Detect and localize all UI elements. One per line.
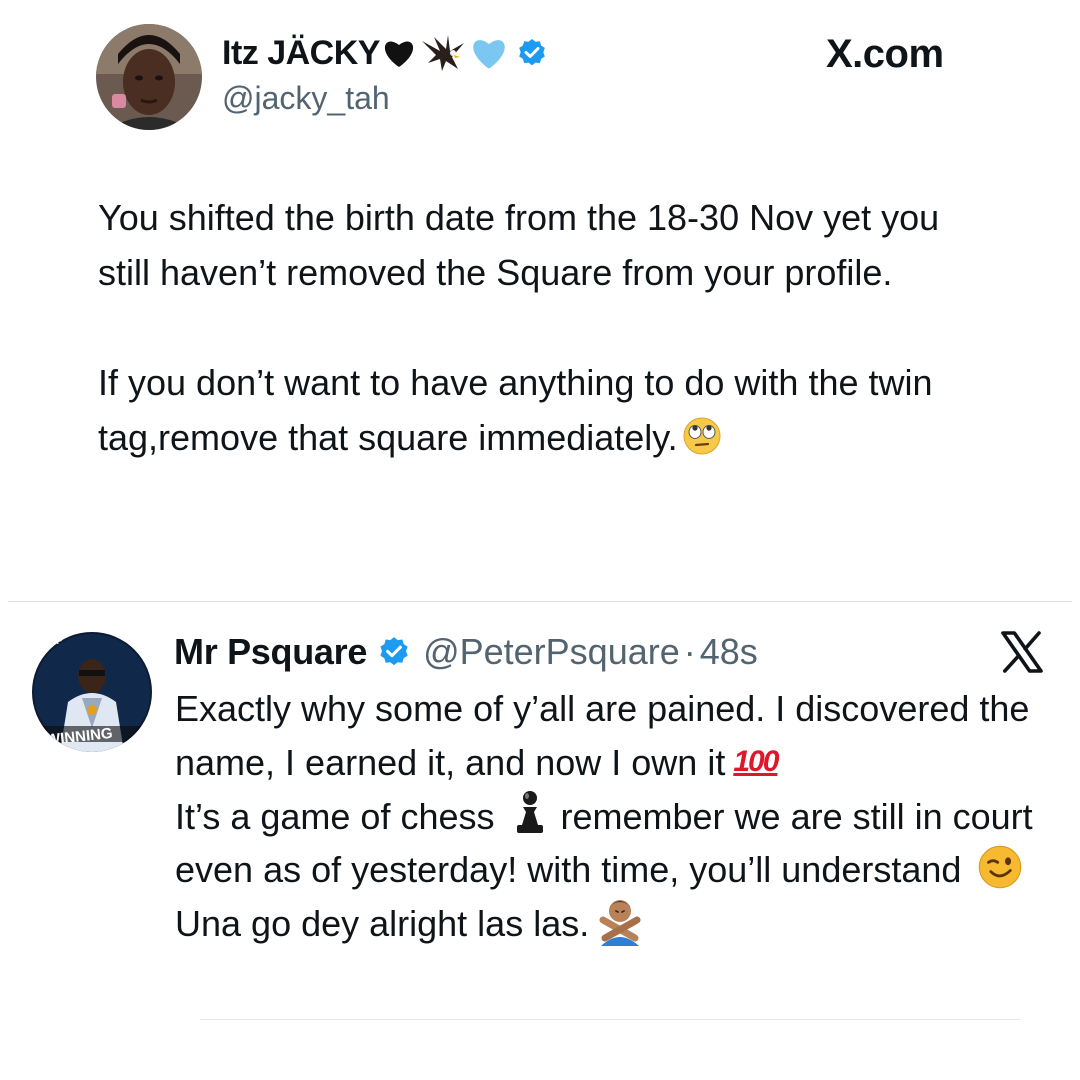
x-logo-icon <box>998 628 1046 676</box>
person-gesturing-no-icon <box>597 896 643 946</box>
jacky-handle[interactable]: @jacky_tah <box>222 80 390 117</box>
psquare-display-name[interactable]: Mr Psquare <box>174 631 367 673</box>
hundred-points-icon: 100 <box>733 745 779 778</box>
psquare-tweet-body: Exactly why some of y’all are pained. I … <box>175 682 1055 950</box>
eagle-icon <box>420 33 466 73</box>
face-with-rolling-eyes-icon <box>682 416 722 456</box>
screenshot-page: Itz JÄCKY @jacky_tah X.com You shifted t… <box>0 0 1080 1080</box>
tweet-paragraph-2: If you don’t want to have anything to do… <box>98 355 998 465</box>
psquare-header: Mr Psquare @PeterPsquare · 48s <box>174 628 758 676</box>
separator-dot: · <box>683 631 696 672</box>
tweet-paragraph-2-text: If you don’t want to have anything to do… <box>98 362 933 458</box>
x-brand-label: X.com <box>826 32 944 77</box>
tweet-line-2: It’s a game of chess remember we are sti… <box>175 789 1055 950</box>
bottom-divider <box>200 1019 1020 1020</box>
tweet-line-2c: Una go dey alright las las. <box>175 903 590 944</box>
jacky-tweet-body: You shifted the birth date from the 18-3… <box>98 190 998 465</box>
tweet-line-1: Exactly why some of y’all are pained. I … <box>175 682 1055 789</box>
tweet-timestamp[interactable]: 48s <box>700 631 758 673</box>
tweet-line-1-text: Exactly why some of y’all are pained. I … <box>175 688 1030 783</box>
psquare-handle[interactable]: @PeterPsquare <box>423 631 680 673</box>
tweet-paragraph-1: You shifted the birth date from the 18-3… <box>98 197 940 293</box>
chess-pawn-icon <box>513 789 547 835</box>
verified-badge-icon <box>377 635 411 669</box>
black-heart-icon <box>382 37 416 69</box>
tweet-divider <box>8 601 1072 602</box>
avatar-text-top: MR P <box>40 636 63 646</box>
jacky-avatar[interactable] <box>96 24 202 130</box>
verified-badge-icon <box>516 37 548 69</box>
winking-face-icon <box>977 844 1023 890</box>
psquare-avatar[interactable]: MR P WINNING <box>32 632 152 752</box>
brand-text: X.com <box>826 32 944 76</box>
jacky-display-name[interactable]: Itz JÄCKY <box>222 34 380 73</box>
light-blue-heart-icon <box>470 35 508 71</box>
tweet-line-2a: It’s a game of chess <box>175 796 495 837</box>
jacky-name-row: Itz JÄCKY <box>222 30 548 76</box>
